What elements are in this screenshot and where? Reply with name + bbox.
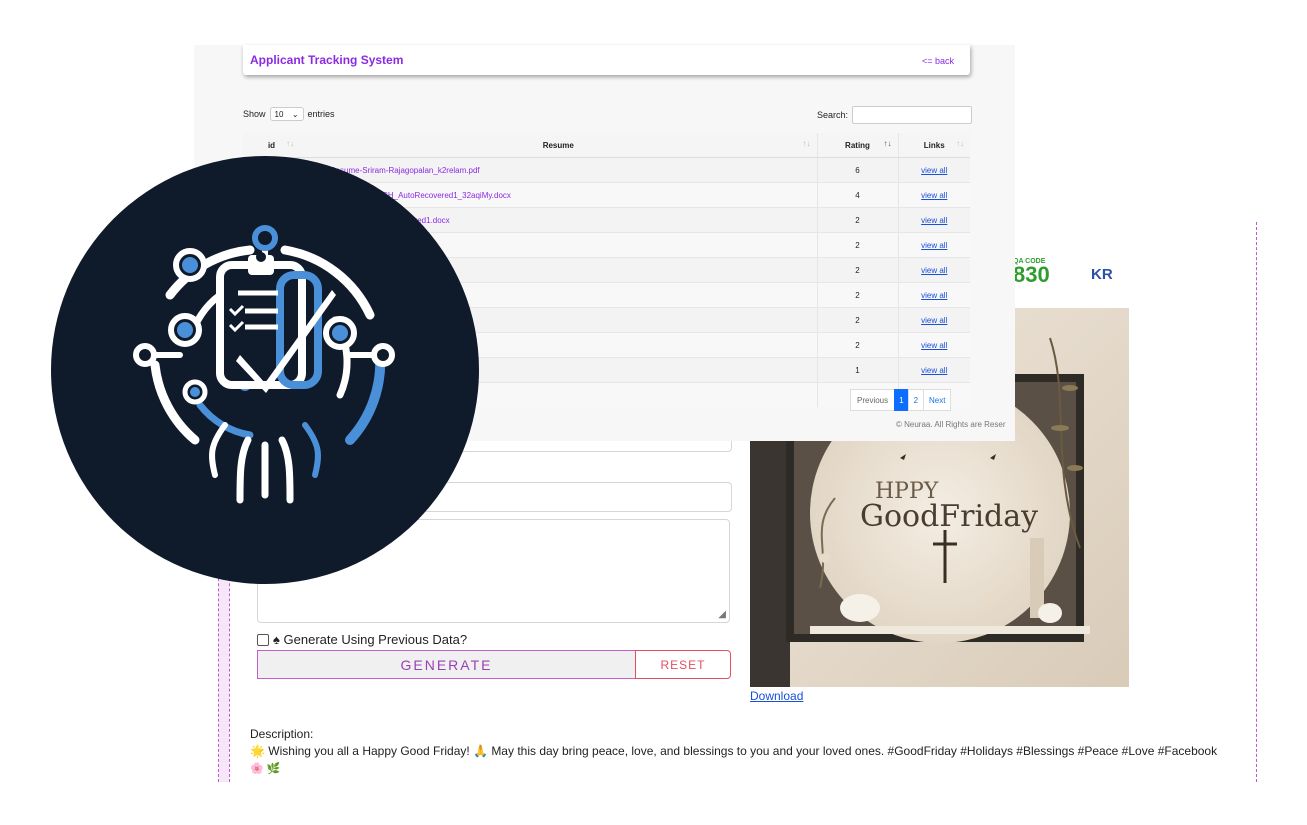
download-link[interactable]: Download <box>750 689 803 703</box>
chevron-down-icon: ⌄ <box>291 109 299 119</box>
cell-rating: 1 <box>816 357 898 383</box>
description-label: Description: <box>250 727 314 741</box>
pagination: Previous 1 2 Next <box>850 389 952 411</box>
cell-links: view all <box>897 232 970 258</box>
column-header-id[interactable]: id ↑↓ <box>243 133 300 158</box>
pagination-previous[interactable]: Previous <box>850 389 896 411</box>
sort-desc-icon: ↑↓ <box>883 139 892 148</box>
cell-rating: 2 <box>816 332 898 358</box>
pagination-next[interactable]: Next <box>923 389 952 411</box>
kr-logo: KR <box>1091 266 1113 283</box>
table-search: Search: <box>817 106 973 124</box>
clipboard-checklist-icon <box>216 252 322 389</box>
previous-data-label: ♠ Generate Using Previous Data? <box>273 632 468 647</box>
ats-logo <box>50 155 480 585</box>
cell-rating: 2 <box>816 207 898 233</box>
poster-title: GoodFriday <box>860 499 1038 534</box>
previous-data-checkbox-row[interactable]: ♠ Generate Using Previous Data? <box>257 632 467 647</box>
cell-links: view all <box>897 182 970 208</box>
cell-rating: 6 <box>816 157 898 183</box>
cell-links: view all <box>897 282 970 308</box>
footer-copyright: © Neuraa. All Rights are Reser <box>896 420 1006 429</box>
view-all-link[interactable]: view all <box>921 216 947 225</box>
pagination-page-1[interactable]: 1 <box>894 389 909 411</box>
view-all-link[interactable]: view all <box>921 191 947 200</box>
column-header-rating[interactable]: Rating ↑↓ <box>816 133 898 158</box>
search-input[interactable] <box>852 106 973 124</box>
back-link[interactable]: <= back <box>922 56 954 66</box>
cell-links: view all <box>897 307 970 333</box>
entries-select-value: 10 <box>274 109 284 119</box>
view-all-link[interactable]: view all <box>921 366 947 375</box>
column-header-resume[interactable]: Resume ↑↓ <box>300 133 817 158</box>
description-emoji-line: 🌸 🌿 <box>250 763 281 775</box>
partner-logo-number: 830 <box>1013 262 1050 287</box>
view-all-link[interactable]: view all <box>921 316 947 325</box>
cell-rating: 2 <box>816 307 898 333</box>
view-all-link[interactable]: view all <box>921 166 947 175</box>
cell-rating: 4 <box>816 182 898 208</box>
pagination-page-2[interactable]: 2 <box>907 389 925 411</box>
search-label: Search: <box>817 110 849 120</box>
page-title: Applicant Tracking System <box>250 53 404 67</box>
view-all-link[interactable]: view all <box>921 291 947 300</box>
generate-button[interactable]: GENERATE <box>257 650 635 679</box>
description-text: 🌟 Wishing you all a Happy Good Friday! 🙏… <box>250 744 1218 758</box>
cell-links: view all <box>897 332 970 358</box>
view-all-link[interactable]: view all <box>921 241 947 250</box>
entries-length-control: Show 10 ⌄ entries <box>243 107 335 121</box>
cell-links: view all <box>897 207 970 233</box>
cell-links: view all <box>897 357 970 383</box>
show-label: Show <box>243 109 266 119</box>
cell-links: view all <box>897 157 970 183</box>
cell-rating: 2 <box>816 257 898 283</box>
cell-rating: 2 <box>816 232 898 258</box>
resize-grip-icon[interactable]: ◢ <box>718 609 726 620</box>
column-header-links[interactable]: Links ↑↓ <box>897 133 970 158</box>
entries-label: entries <box>307 109 335 119</box>
partner-logo: QA CODE 830 <box>1013 258 1050 287</box>
cell-links: view all <box>897 257 970 283</box>
table-header-row: id ↑↓ Resume ↑↓ Rating ↑↓ Links ↑↓ <box>243 133 970 158</box>
sort-icon: ↑↓ <box>956 139 964 148</box>
entries-select[interactable]: 10 ⌄ <box>269 107 304 121</box>
reset-button[interactable]: RESET <box>635 650 731 679</box>
cell-rating: 2 <box>816 282 898 308</box>
sort-icon: ↑↓ <box>802 139 811 148</box>
ats-header: Applicant Tracking System <= back <box>243 45 970 75</box>
sort-icon: ↑↓ <box>286 139 294 148</box>
previous-data-checkbox[interactable] <box>257 633 269 646</box>
view-all-link[interactable]: view all <box>921 266 947 275</box>
view-all-link[interactable]: view all <box>921 341 947 350</box>
